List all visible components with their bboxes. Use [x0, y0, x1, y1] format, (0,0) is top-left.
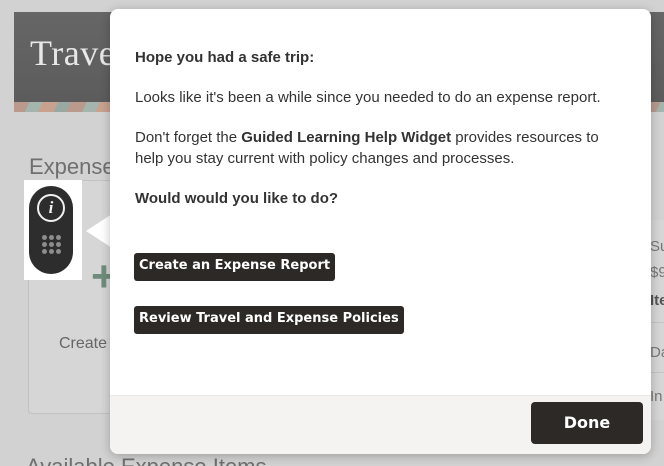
summary-text-5: In	[650, 388, 663, 405]
info-icon[interactable]: i	[37, 194, 65, 222]
dialog-heading: Hope you had a safe trip:	[135, 49, 315, 66]
done-button[interactable]: Done	[531, 402, 643, 444]
guided-learning-dialog: Hope you had a safe trip: Looks like it'…	[110, 9, 651, 454]
dialog-footer: Done	[110, 395, 651, 454]
review-policies-button[interactable]: Review Travel and Expense Policies	[134, 306, 404, 334]
dialog-reminder: Don't forget the Guided Learning Help Wi…	[135, 127, 625, 169]
reminder-prefix: Don't forget the	[135, 129, 242, 146]
create-expense-report-button[interactable]: Create an Expense Report	[134, 253, 336, 281]
dialog-body: Hope you had a safe trip: Looks like it'…	[135, 47, 625, 228]
summary-text-4: Date	[650, 344, 664, 361]
summary-text-2: $96	[650, 264, 664, 281]
dots-grid-icon[interactable]	[42, 235, 62, 255]
dialog-pointer-arrow	[86, 214, 112, 248]
reminder-widget-name: Guided Learning Help Widget	[241, 129, 452, 146]
available-items-title: Available Expense Items	[26, 454, 267, 466]
summary-text-1: Sub	[650, 238, 664, 255]
dialog-question: Would would you like to do?	[135, 190, 339, 207]
help-widget-launcher[interactable]: i	[29, 186, 73, 274]
dialog-intro: Looks like it's been a while since you n…	[135, 89, 601, 106]
summary-text-3: Itemes	[650, 292, 664, 309]
